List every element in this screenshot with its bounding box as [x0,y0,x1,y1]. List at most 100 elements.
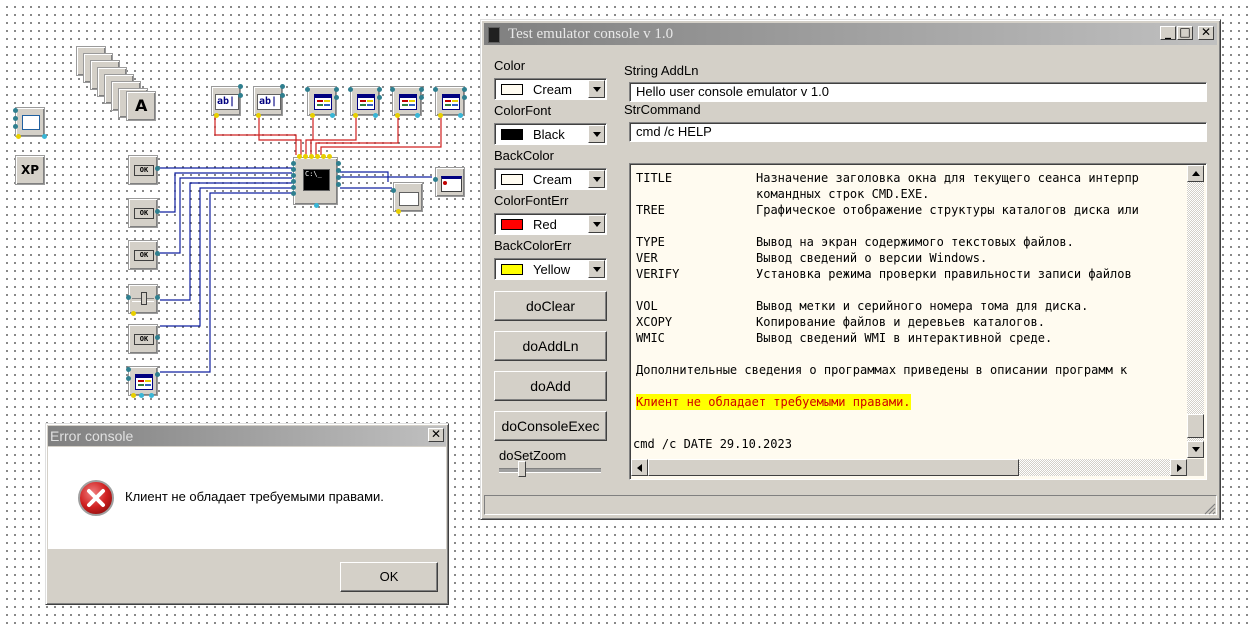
property-component[interactable] [305,86,339,118]
ok-button-icon: OK [134,250,154,261]
edit-component[interactable]: ab| [253,84,285,118]
console-more-info: Дополнительные сведения о программах при… [636,363,1128,377]
message-box-icon [399,192,419,206]
console-line-description: Графическое отображение структуры катало… [756,203,1139,217]
button-component[interactable]: OK [128,240,160,270]
button-component[interactable]: OK [128,155,160,185]
error-icon [78,480,114,516]
scroll-up-button[interactable] [1187,165,1204,182]
console-line: TYPE Вывод на экран содержимого текстовых… [636,234,1074,250]
property-component[interactable] [433,86,467,118]
colorfonterr-combo[interactable]: Red [494,213,607,235]
console-line: TREE Графическое отображение структуры ка… [636,202,1139,218]
wire-red [214,115,297,155]
backcolor-combo[interactable]: Cream [494,168,607,190]
color-combo[interactable]: Cream [494,78,607,100]
chevron-down-icon[interactable] [588,80,605,98]
property-component[interactable] [390,86,424,118]
xp-label: XP [21,163,40,177]
console-emulator-component[interactable]: C:\_ [291,154,341,208]
trackbar-thumb-icon [141,292,147,305]
colorfont-label: ColorFont [494,103,552,118]
ok-button-icon: OK [134,334,154,345]
error-dialog-titlebar[interactable]: Error console ✕ [48,426,446,446]
edit-icon: ab| [215,94,239,110]
colorfont-swatch [501,129,523,140]
chevron-down-icon[interactable] [588,125,605,143]
scroll-right-button[interactable] [1170,459,1187,476]
zoom-slider-thumb[interactable] [518,461,526,477]
doclear-button[interactable]: doClear [494,291,607,321]
error-message-component[interactable] [391,182,423,214]
close-button[interactable]: ✕ [1198,26,1214,40]
backcolor-swatch [501,174,523,185]
form-component[interactable] [13,107,47,139]
emulator-titlebar[interactable]: Test emulator console v 1.0 _ □ ✕ [484,23,1217,45]
wire-red [315,115,399,155]
ok-button-icon: OK [134,165,154,176]
scrollbar-corner [1187,459,1204,476]
console-line-command: TITLE [636,171,673,185]
console-icon: C:\_ [303,169,330,191]
string-addln-input[interactable]: Hello user console emulator v 1.0 [629,82,1207,102]
console-line-description: Вывод на экран содержимого текстовых фай… [756,235,1074,249]
button-component[interactable]: OK [128,198,160,228]
minimize-button[interactable]: _ [1160,26,1176,40]
backcolorerr-swatch [501,264,523,275]
console-line-description: Назначение заголовка окна для текущего с… [756,171,1139,185]
color-label: Color [494,58,526,73]
dosetzoom-label: doSetZoom [499,448,567,463]
console-line: VERIFY Установка режима проверки правильн… [636,266,1132,282]
backcolorerr-combo[interactable]: Yellow [494,258,607,280]
property-component[interactable] [126,366,160,398]
chevron-down-icon[interactable] [588,170,605,188]
string-addln-label: String AddLn [624,63,699,78]
console-line: XCOPY Копирование файлов и деревьев катал… [636,314,1045,330]
emulator-title: Test emulator console v 1.0 [508,26,674,42]
property-component[interactable] [348,86,382,118]
color-swatch [501,84,523,95]
scroll-left-button[interactable] [631,459,648,476]
console-line-description: Вывод метки и серийного номера тома для … [756,299,1089,313]
doaddln-button[interactable]: doAddLn [494,331,607,361]
size-grip-icon[interactable] [1204,503,1216,515]
scroll-down-button[interactable] [1187,441,1204,458]
edit-component[interactable]: ab| [211,84,243,118]
console-line: WMIC Вывод сведений WMI в интерактивной с… [636,330,1052,346]
console-line: VOL Вывод метки и серийного номера тома д… [636,298,1088,314]
color-value: Cream [533,82,573,97]
console-line-description: Установка режима проверки правильности з… [756,267,1132,281]
console-error-line: Клиент не обладает требуемыми правами. [636,394,911,410]
console-window-component[interactable] [433,167,465,197]
properties-icon [399,94,417,110]
error-dialog-close-button[interactable]: ✕ [428,428,444,442]
maximize-button[interactable]: □ [1177,26,1193,40]
console-line-command: XCOPY [636,315,673,329]
properties-icon [442,94,460,110]
zoom-track [499,468,601,473]
vertical-scroll-thumb[interactable] [1187,414,1204,438]
console-line-command: VER [636,251,658,265]
trackbar-component[interactable] [126,284,160,316]
console-output[interactable]: TITLE Назначение заголовка окна для текущ… [629,163,1207,480]
horizontal-scroll-thumb[interactable] [648,459,1019,476]
console-line-command: VOL [636,299,658,313]
properties-icon [357,94,375,110]
chevron-down-icon[interactable] [588,215,605,233]
colorfont-combo[interactable]: Black [494,123,607,145]
backcolor-value: Cream [533,172,573,187]
wire-red [320,115,442,155]
backcolorerr-value: Yellow [533,262,571,277]
colorfonterr-swatch [501,219,523,230]
chevron-down-icon[interactable] [588,260,605,278]
doconsoleexec-button[interactable]: doConsoleExec [494,411,607,441]
edit-icon: ab| [257,94,281,110]
xp-style-component[interactable]: XP [15,155,45,185]
error-dialog-message: Клиент не обладает требуемыми правами. [125,489,384,504]
strcommand-input[interactable]: cmd /c HELP [629,122,1207,142]
button-component[interactable]: OK [128,324,160,354]
error-dialog-ok-button[interactable]: OK [340,562,438,592]
doadd-button[interactable]: doAdd [494,371,607,401]
